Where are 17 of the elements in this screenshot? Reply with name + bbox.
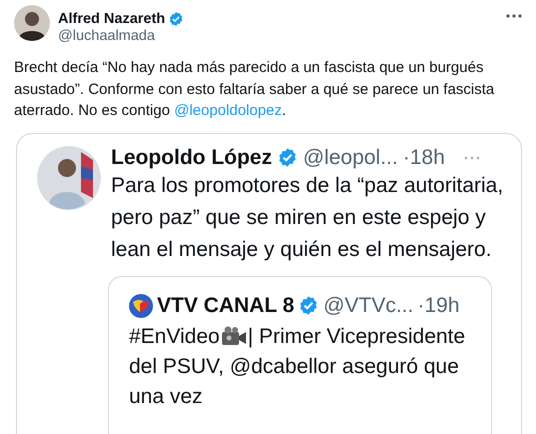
author-handle[interactable]: @luchaalmada [58, 28, 498, 44]
quoted-author-handle: @leopol... [302, 146, 398, 170]
avatar [37, 146, 101, 210]
quoted-author-name: Leopoldo López [111, 146, 272, 170]
quoted-tweet-text: Para los promotores de la “paz autoritaria, pero paz” que se miren en este espejo y lean el mensaje y quién es el mensajero. [111, 172, 504, 262]
nested-author-handle: @VTVc... [323, 294, 414, 318]
video-camera-icon [220, 326, 247, 346]
tweet-text: Brecht decía “No hay nada más parecido a un fascista que un burgués asustado”. Conforme con esto faltaría saber a qué se parece un fascista aterrado. No es contigo @leopoldolopez. [13, 58, 496, 121]
nested-time: ·19h [417, 294, 460, 318]
avatar[interactable] [14, 5, 50, 41]
quoted-time: ·18h [402, 146, 445, 170]
nested-author-name: VTV CANAL 8 [157, 294, 294, 318]
nested-tweet-text: #EnVideo | Primer Vicepresidente del PSUV, @dcabellor aseguró que una vez [129, 324, 466, 410]
author-name[interactable]: Alfred Nazareth [58, 11, 166, 27]
more-options-icon[interactable] [506, 13, 522, 19]
channel-logo-icon [129, 294, 153, 318]
more-options-icon [464, 156, 480, 160]
